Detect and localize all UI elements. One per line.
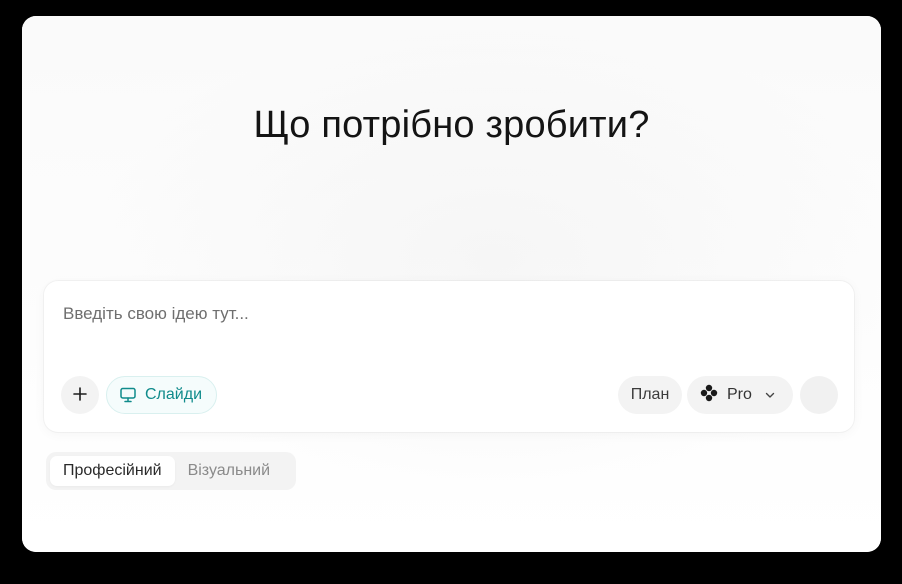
mode-switch: Професійний Візуальний: [46, 452, 296, 490]
slides-chip[interactable]: Слайди: [106, 376, 217, 414]
model-select[interactable]: Pro: [687, 376, 793, 414]
tab-visual[interactable]: Візуальний: [175, 456, 283, 486]
page-title: Що потрібно зробити?: [253, 104, 650, 146]
model-label: Pro: [727, 386, 752, 403]
plan-button[interactable]: План: [618, 376, 682, 414]
add-button[interactable]: [61, 376, 99, 414]
presentation-icon: [119, 386, 137, 404]
slides-chip-label: Слайди: [145, 386, 202, 403]
prompt-composer: Слайди План Pro: [44, 281, 854, 432]
send-button[interactable]: [800, 376, 838, 414]
flower-icon: [699, 383, 719, 408]
chevron-down-icon: [764, 389, 776, 401]
plan-label: План: [630, 386, 670, 403]
main-card: Що потрібно зробити? Слайди План: [22, 16, 881, 552]
plus-icon: [72, 384, 88, 406]
tab-professional[interactable]: Професійний: [50, 456, 175, 486]
prompt-input[interactable]: [61, 303, 665, 325]
